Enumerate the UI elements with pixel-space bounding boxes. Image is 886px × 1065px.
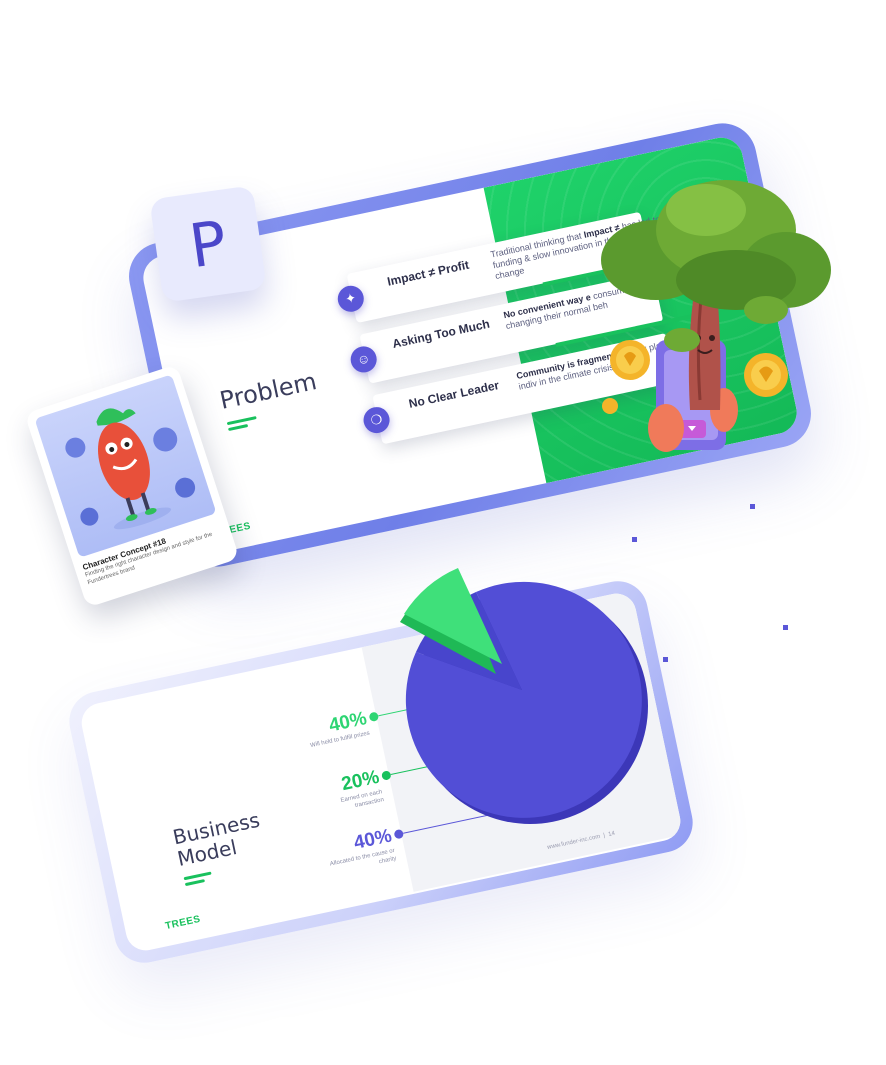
stat-item: 40% Allocated to the cause or charity: [321, 825, 397, 877]
title-accent-line: [183, 871, 212, 881]
stat-item: 20% Earned on each transaction: [308, 767, 385, 819]
pie-chart-svg: [400, 568, 648, 824]
stat-item: 40% Will held to fulfill prizes: [296, 708, 371, 752]
user-icon: ☺: [348, 344, 380, 375]
chat-bubbles-icon: ❍: [361, 404, 392, 436]
decor-square: [663, 657, 668, 662]
lightbulb-icon: ✦: [335, 283, 367, 315]
badge-letter: P: [185, 207, 231, 283]
pie-chart: [396, 566, 656, 836]
business-slide-title: Business Model: [170, 807, 262, 871]
problem-slide-title: Problem: [217, 367, 320, 415]
problem-row-title: Impact ≠ Profit: [385, 257, 471, 289]
decor-square: [783, 625, 788, 630]
decor-square: [750, 504, 755, 509]
title-accent-line: [226, 416, 257, 426]
tree-character-icon: [601, 180, 831, 452]
problem-row-title: No Clear Leader: [407, 378, 501, 411]
decor-square: [632, 537, 637, 542]
title-accent-line: [184, 879, 206, 887]
powerpoint-badge: P: [149, 185, 267, 303]
trees-logo: TREES: [164, 913, 202, 933]
title-accent-line: [227, 423, 249, 432]
tree-mascot-illustration: [586, 170, 836, 480]
problem-row-title: Asking Too Much: [391, 316, 491, 351]
